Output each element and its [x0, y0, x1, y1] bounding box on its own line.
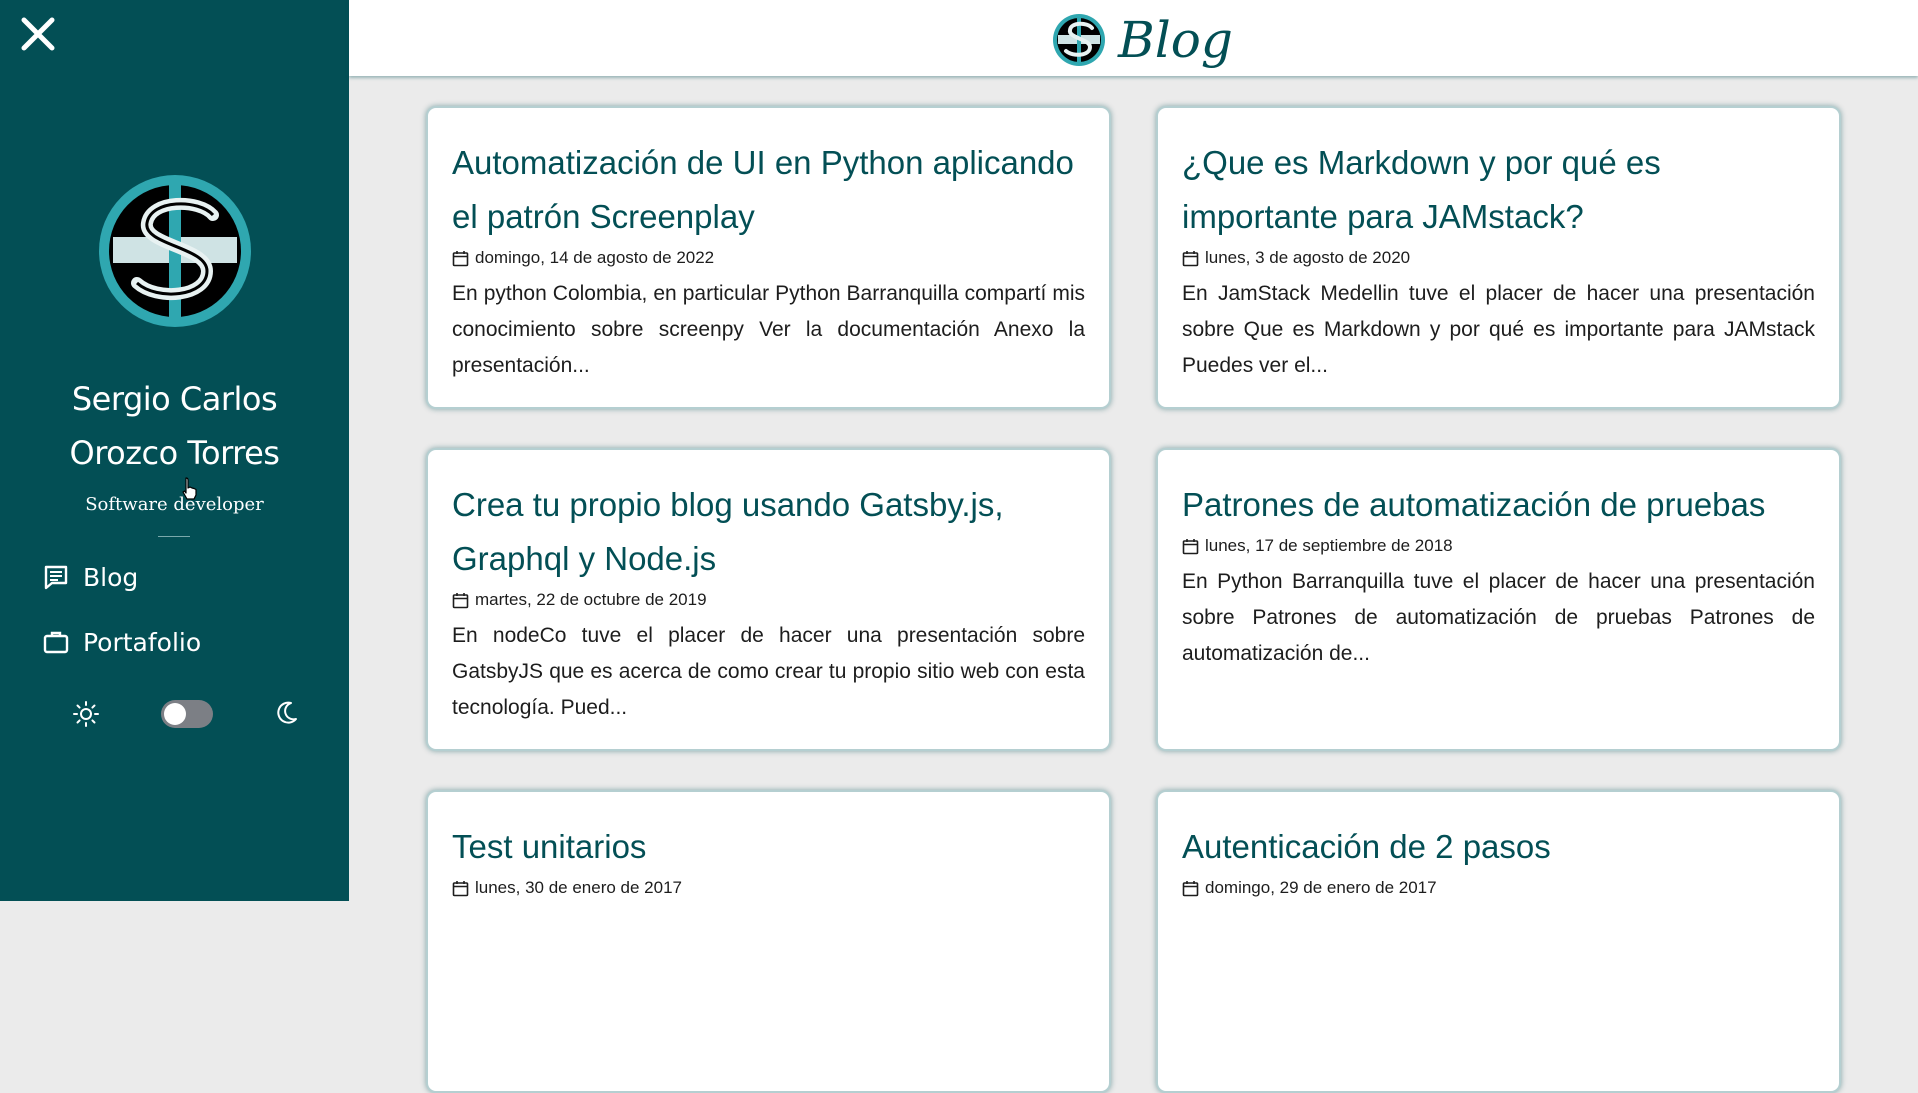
logo-icon [1052, 13, 1106, 67]
page-title: Blog [1118, 11, 1233, 69]
sidebar-item-label: Blog [83, 562, 139, 592]
post-card[interactable]: Patrones de automatización de pruebas lu… [1156, 448, 1841, 751]
header-brand[interactable]: Blog [1052, 10, 1233, 70]
post-card[interactable]: Automatización de UI en Python aplicando… [426, 106, 1111, 409]
post-excerpt: En nodeCo tuve el placer de hacer una pr… [452, 624, 1085, 719]
divider [158, 536, 190, 537]
post-date: martes, 22 de octubre de 2019 [452, 588, 1085, 612]
theme-toggle[interactable] [161, 700, 213, 728]
post-card[interactable]: Autenticación de 2 pasos domingo, 29 de … [1156, 790, 1841, 1093]
post-title[interactable]: Test unitarios [452, 820, 1085, 874]
briefcase-icon [42, 628, 70, 656]
profile-name: Sergio Carlos Orozco Torres [69, 380, 280, 472]
calendar-icon [1182, 538, 1199, 555]
avatar [95, 171, 255, 331]
post-title[interactable]: Autenticación de 2 pasos [1182, 820, 1815, 874]
post-card[interactable]: Test unitarios lunes, 30 de enero de 201… [426, 790, 1111, 1093]
calendar-icon [1182, 880, 1199, 897]
profile-role: Software developer [85, 494, 264, 515]
post-title[interactable]: ¿Que es Markdown y por qué es importante… [1182, 136, 1815, 244]
moon-icon [273, 700, 299, 726]
post-date-text: lunes, 17 de septiembre de 2018 [1205, 536, 1453, 555]
sidebar: Sergio Carlos Orozco Torres Software dev… [0, 0, 349, 901]
post-date-text: domingo, 29 de enero de 2017 [1205, 878, 1437, 897]
post-date-text: domingo, 14 de agosto de 2022 [475, 248, 715, 267]
post-title[interactable]: Crea tu propio blog usando Gatsby.js, Gr… [452, 478, 1085, 586]
post-date: lunes, 30 de enero de 2017 [452, 876, 1085, 900]
post-date-text: martes, 22 de octubre de 2019 [475, 590, 707, 609]
post-card[interactable]: ¿Que es Markdown y por qué es importante… [1156, 106, 1841, 409]
post-date: domingo, 29 de enero de 2017 [1182, 876, 1815, 900]
sidebar-item-portfolio[interactable]: Portafolio [42, 622, 201, 662]
comment-icon [42, 563, 70, 591]
post-excerpt: En python Colombia, en particular Python… [452, 282, 1085, 377]
header: Blog [349, 0, 1918, 76]
sidebar-item-blog[interactable]: Blog [42, 557, 138, 597]
post-title[interactable]: Automatización de UI en Python aplicando… [452, 136, 1085, 244]
sidebar-item-label: Portafolio [83, 627, 202, 657]
calendar-icon [1182, 250, 1199, 267]
post-card[interactable]: Crea tu propio blog usando Gatsby.js, Gr… [426, 448, 1111, 751]
calendar-icon [452, 880, 469, 897]
calendar-icon [452, 592, 469, 609]
post-title[interactable]: Patrones de automatización de pruebas [1182, 478, 1815, 532]
post-date: domingo, 14 de agosto de 2022 [452, 246, 1085, 270]
post-date-text: lunes, 3 de agosto de 2020 [1205, 248, 1411, 267]
theme-switcher [0, 692, 349, 732]
calendar-icon [452, 250, 469, 267]
close-icon[interactable] [18, 14, 58, 54]
sun-icon [72, 700, 100, 728]
post-date: lunes, 3 de agosto de 2020 [1182, 246, 1815, 270]
post-excerpt: En Python Barranquilla tuve el placer de… [1182, 570, 1815, 665]
post-excerpt: En JamStack Medellin tuve el placer de h… [1182, 282, 1815, 377]
post-date: lunes, 17 de septiembre de 2018 [1182, 534, 1815, 558]
toggle-knob [164, 703, 186, 725]
mouse-cursor-icon [180, 476, 200, 502]
post-date-text: lunes, 30 de enero de 2017 [475, 878, 683, 897]
